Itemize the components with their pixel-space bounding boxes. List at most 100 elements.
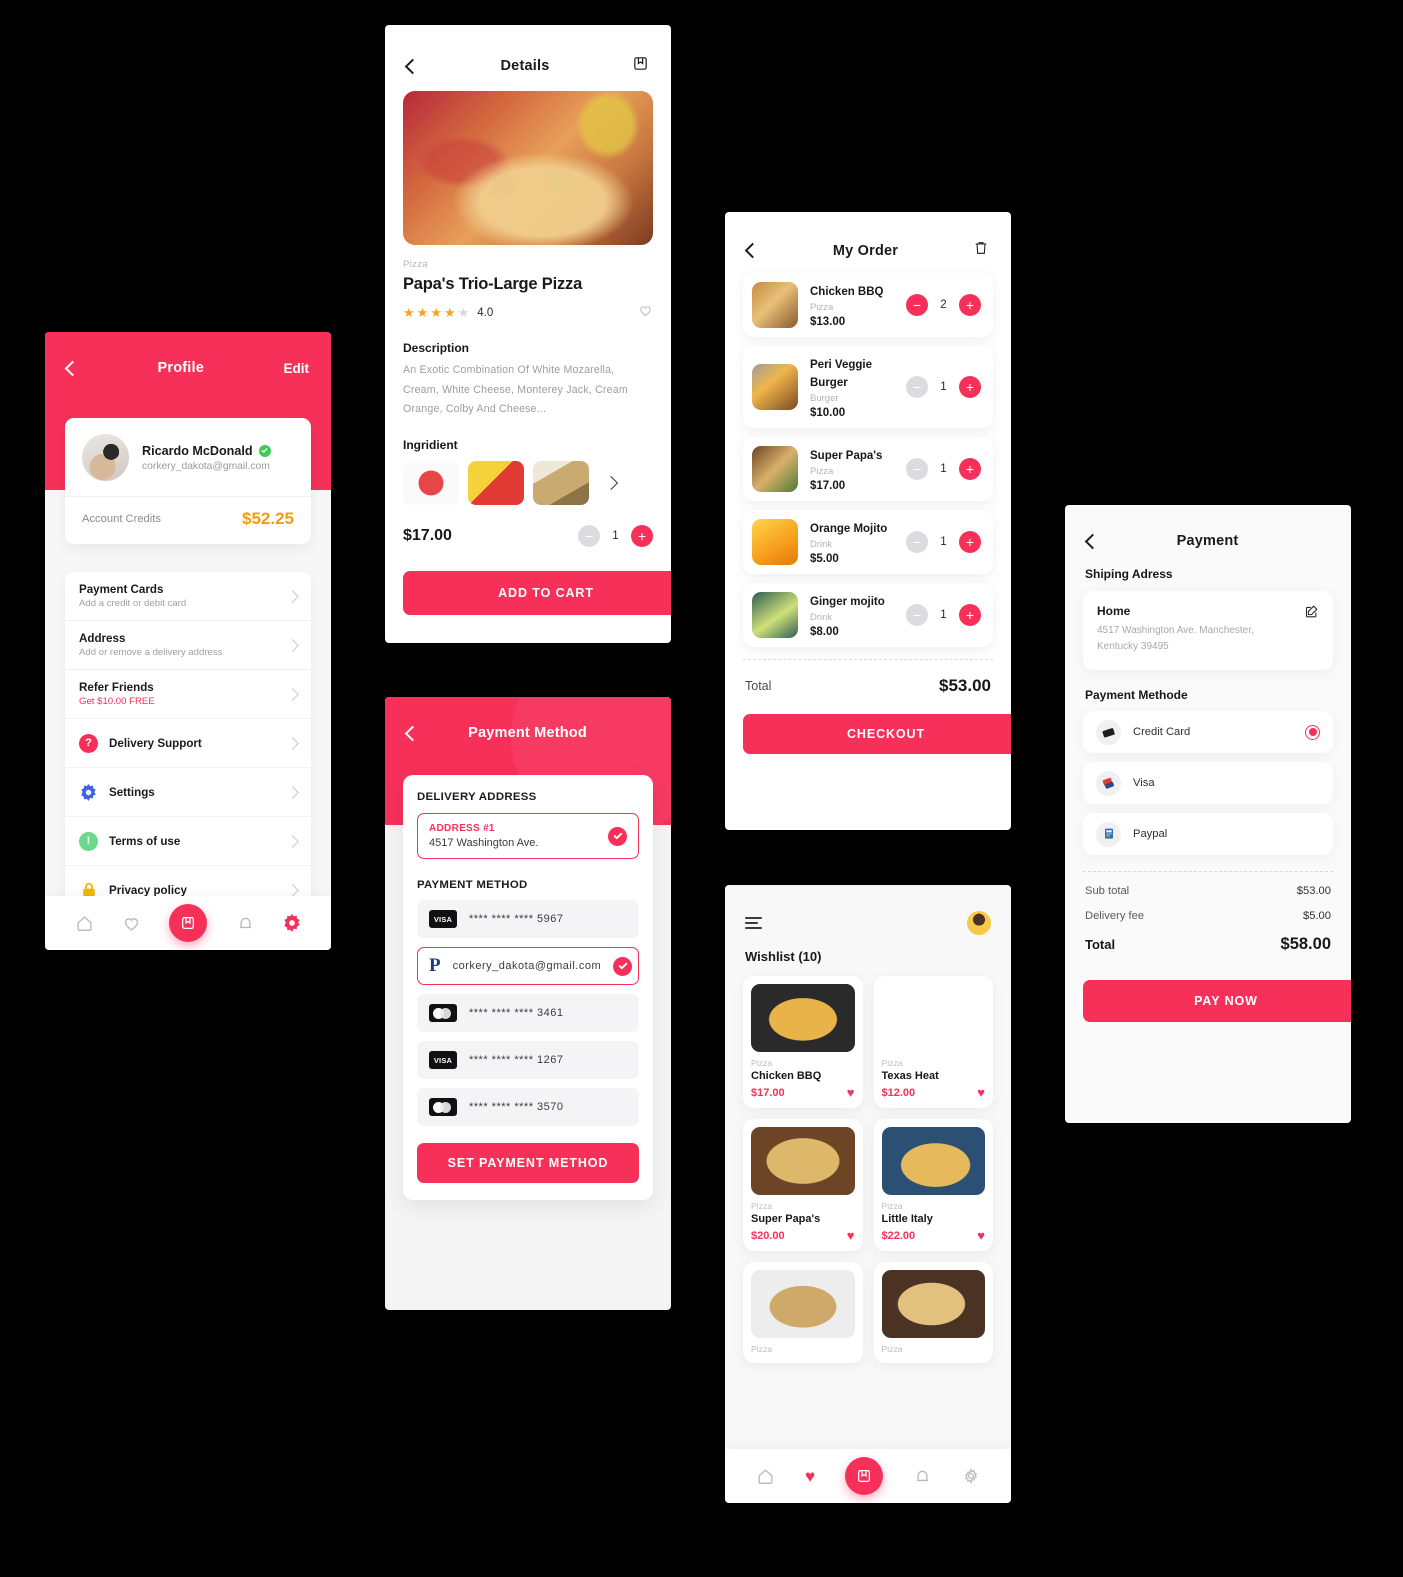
nav-bell-icon[interactable] bbox=[913, 1467, 932, 1486]
chevron-right-icon[interactable] bbox=[603, 475, 619, 490]
wishlist-card[interactable]: Pizza bbox=[743, 1262, 863, 1363]
wishlist-card[interactable]: Pizza bbox=[873, 1262, 993, 1363]
wishlist-card[interactable]: Pizza Little Italy $22.00 ♥ bbox=[873, 1119, 993, 1251]
divider bbox=[1083, 871, 1333, 872]
add-to-cart-button[interactable]: ADD TO CART bbox=[403, 570, 671, 615]
wishlist-card[interactable]: Pizza Super Papa's $20.00 ♥ bbox=[743, 1119, 863, 1251]
heart-outline-icon[interactable] bbox=[638, 303, 653, 323]
product-category: Pizza bbox=[403, 259, 428, 270]
payment-option-visa-5967[interactable]: VISA **** **** **** 5967 bbox=[417, 900, 639, 938]
back-icon[interactable] bbox=[64, 360, 81, 376]
heart-icon[interactable]: ♥ bbox=[977, 1229, 985, 1242]
rating-value: 4.0 bbox=[477, 307, 494, 319]
nav-bag-icon[interactable] bbox=[169, 904, 208, 942]
payment-option-visa-1267[interactable]: VISA **** **** **** 1267 bbox=[417, 1041, 639, 1079]
item-image bbox=[751, 984, 855, 1052]
address-name: Home bbox=[1097, 604, 1131, 618]
nav-heart-icon[interactable]: ♥ bbox=[805, 1468, 815, 1485]
pay-now-button[interactable]: PAY NOW bbox=[1083, 980, 1351, 1022]
payment-option-mastercard-3461[interactable]: **** **** **** 3461 bbox=[417, 994, 639, 1032]
radio-selected[interactable] bbox=[1305, 724, 1320, 740]
total-value: $53.00 bbox=[939, 676, 991, 695]
decrease-quantity-button[interactable]: − bbox=[906, 376, 928, 398]
decrease-quantity-button[interactable]: − bbox=[906, 294, 928, 316]
increase-quantity-button[interactable]: + bbox=[959, 294, 981, 316]
menu-item-delivery-support[interactable]: ? Delivery Support bbox=[65, 719, 311, 768]
question-mark-icon: ? bbox=[79, 733, 98, 753]
delivery-address-label: DELIVERY ADDRESS bbox=[417, 791, 537, 803]
decrease-quantity-button[interactable]: − bbox=[906, 604, 928, 626]
menu-item-terms-of-use[interactable]: ! Terms of use bbox=[65, 817, 311, 866]
user-avatar[interactable] bbox=[967, 911, 991, 935]
item-name: Texas Heat bbox=[881, 1070, 939, 1082]
payment-header: Payment bbox=[1065, 505, 1351, 549]
ingredient-thumb-peppers[interactable] bbox=[468, 460, 524, 505]
nav-home-icon[interactable] bbox=[756, 1467, 775, 1486]
paypal-logo-icon: P bbox=[429, 955, 441, 976]
payment-option-paypal[interactable]: P corkery_dakota@gmail.com bbox=[417, 947, 639, 985]
menu-item-subtitle: Get $10.00 FREE bbox=[79, 696, 155, 707]
description-label: Description bbox=[403, 341, 470, 355]
shipping-address-card: Home 4517 Washington Ave. Manchester, Ke… bbox=[1083, 591, 1333, 670]
increase-quantity-button[interactable]: + bbox=[631, 524, 653, 547]
wishlist-card[interactable]: Pizza Chicken BBQ $17.00 ♥ bbox=[743, 976, 863, 1108]
ingredient-thumb-tomato[interactable] bbox=[403, 460, 459, 505]
chevron-right-icon bbox=[286, 687, 299, 701]
nav-heart-icon[interactable] bbox=[122, 914, 141, 933]
increase-quantity-button[interactable]: + bbox=[959, 604, 981, 626]
menu-item-payment-cards[interactable]: Payment Cards Add a credit or debit card bbox=[65, 572, 311, 621]
item-category: Pizza bbox=[810, 302, 834, 313]
heart-icon[interactable]: ♥ bbox=[847, 1086, 855, 1099]
increase-quantity-button[interactable]: + bbox=[959, 376, 981, 398]
decrease-quantity-button[interactable]: − bbox=[578, 524, 600, 547]
product-title: Papa's Trio-Large Pizza bbox=[403, 275, 583, 293]
increase-quantity-button[interactable]: + bbox=[959, 458, 981, 480]
page-title: Profile bbox=[157, 360, 205, 376]
back-icon[interactable] bbox=[404, 58, 421, 74]
quantity-stepper: − 1 + bbox=[906, 604, 981, 626]
edit-square-icon[interactable] bbox=[1304, 604, 1319, 624]
address-line: 4517 Washington Ave. Manchester, Kentuck… bbox=[1097, 625, 1254, 652]
nav-home-icon[interactable] bbox=[75, 914, 94, 933]
trash-icon[interactable] bbox=[973, 240, 989, 261]
nav-bell-icon[interactable] bbox=[236, 914, 255, 933]
quantity-value: 1 bbox=[940, 609, 947, 621]
set-payment-method-button[interactable]: SET PAYMENT METHOD bbox=[417, 1143, 639, 1183]
payment-option-credit-card[interactable]: Credit Card bbox=[1083, 711, 1333, 753]
ingredient-thumb-mushrooms[interactable] bbox=[533, 460, 589, 505]
heart-icon[interactable]: ♥ bbox=[977, 1086, 985, 1099]
save-bag-icon[interactable] bbox=[632, 55, 649, 77]
payment-option-visa[interactable]: Visa bbox=[1083, 762, 1333, 804]
wishlist-card[interactable]: Pizza Texas Heat $12.00 ♥ bbox=[873, 976, 993, 1108]
item-category: Pizza bbox=[751, 1201, 773, 1211]
decrease-quantity-button[interactable]: − bbox=[906, 531, 928, 553]
mastercard-logo-icon bbox=[429, 1004, 457, 1022]
nav-gear-icon[interactable] bbox=[283, 914, 301, 932]
method-label: Visa bbox=[1133, 777, 1155, 789]
user-card: Ricardo McDonald corkery_dakota@gmail.co… bbox=[65, 418, 311, 544]
payment-option-mastercard-3570[interactable]: **** **** **** 3570 bbox=[417, 1088, 639, 1126]
quantity-stepper: − 1 + bbox=[906, 376, 981, 398]
payment-method-card: DELIVERY ADDRESS ADDRESS #1 4517 Washing… bbox=[403, 775, 653, 1200]
decrease-quantity-button[interactable]: − bbox=[906, 458, 928, 480]
menu-item-refer-friends[interactable]: Refer Friends Get $10.00 FREE bbox=[65, 670, 311, 719]
hamburger-icon[interactable] bbox=[745, 917, 762, 929]
edit-button[interactable]: Edit bbox=[284, 361, 310, 376]
ingredient-list bbox=[403, 460, 653, 505]
increase-quantity-button[interactable]: + bbox=[959, 531, 981, 553]
payment-option-paypal[interactable]: Paypal bbox=[1083, 813, 1333, 855]
menu-item-settings[interactable]: Settings bbox=[65, 768, 311, 817]
menu-item-address[interactable]: Address Add or remove a delivery address bbox=[65, 621, 311, 670]
menu-item-title: Refer Friends bbox=[79, 681, 154, 694]
total-label: Total bbox=[745, 679, 772, 693]
back-icon[interactable] bbox=[744, 242, 761, 259]
item-thumbnail bbox=[752, 592, 798, 638]
order-item-row: Ginger mojito Drink $8.00 − 1 + bbox=[743, 583, 993, 647]
summary-label: Total bbox=[1085, 937, 1116, 952]
checkout-button[interactable]: CHECKOUT bbox=[743, 714, 1011, 754]
nav-bag-icon[interactable] bbox=[845, 1457, 884, 1495]
heart-icon[interactable]: ♥ bbox=[847, 1229, 855, 1242]
gear-icon bbox=[79, 783, 98, 802]
nav-gear-icon[interactable] bbox=[962, 1467, 980, 1485]
address-option[interactable]: ADDRESS #1 4517 Washington Ave. bbox=[417, 813, 639, 859]
